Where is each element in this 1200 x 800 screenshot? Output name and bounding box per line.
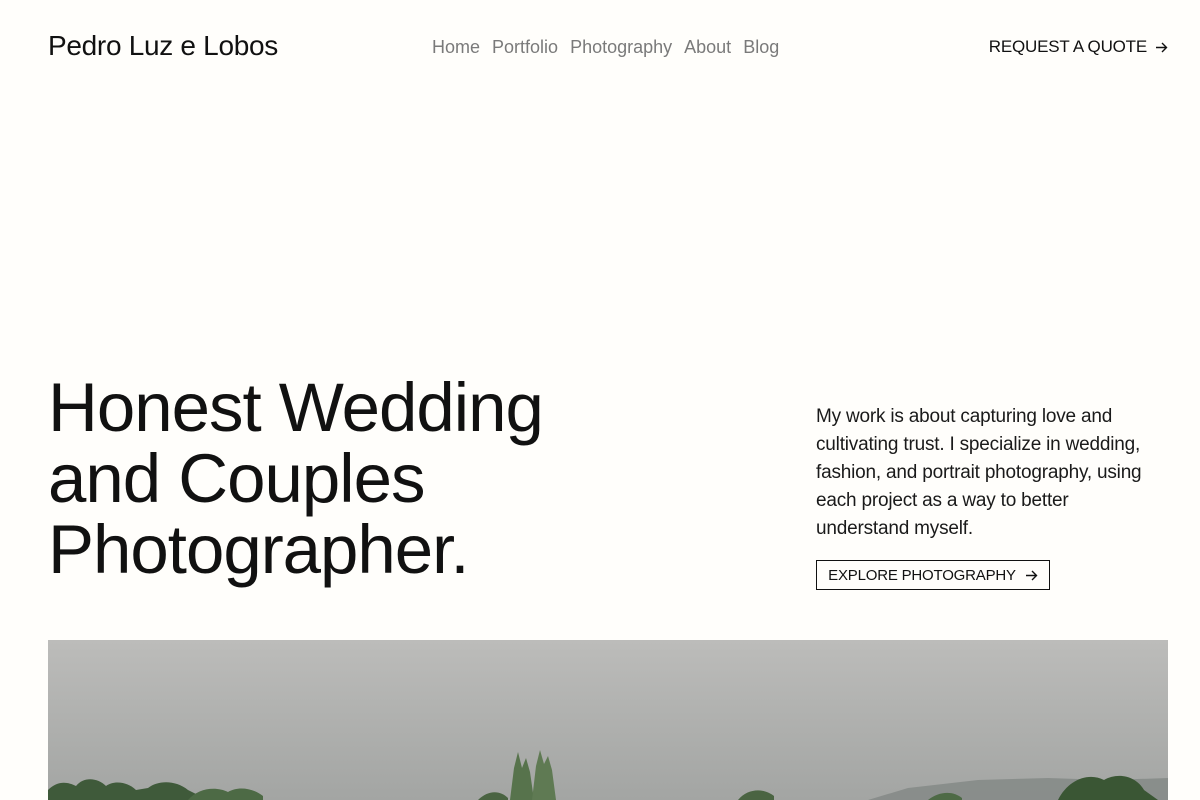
hero-title-line-3: Photographer. xyxy=(48,511,470,588)
request-quote-button[interactable]: REQUEST A QUOTE xyxy=(989,37,1168,57)
explore-photography-label: EXPLORE PHOTOGRAPHY xyxy=(828,566,1016,584)
site-header: Pedro Luz e Lobos Home Portfolio Photogr… xyxy=(0,0,1200,94)
hero-title: Honest Wedding and Couples Photographer. xyxy=(48,372,688,585)
main-nav: Home Portfolio Photography About Blog xyxy=(432,37,779,58)
hero-landscape-photo xyxy=(48,640,1168,800)
explore-photography-button[interactable]: EXPLORE PHOTOGRAPHY xyxy=(816,560,1050,590)
nav-item-photography[interactable]: Photography xyxy=(570,37,672,58)
arrow-right-icon xyxy=(1025,569,1038,582)
nav-item-portfolio[interactable]: Portfolio xyxy=(492,37,558,58)
nav-item-about[interactable]: About xyxy=(684,37,731,58)
hero-title-line-1: Honest Wedding xyxy=(48,369,544,446)
brand-logo-link[interactable]: Pedro Luz e Lobos xyxy=(48,30,278,62)
nav-item-blog[interactable]: Blog xyxy=(743,37,779,58)
nav-item-home[interactable]: Home xyxy=(432,37,480,58)
arrow-right-icon xyxy=(1155,41,1168,54)
hero-title-line-2: and Couples xyxy=(48,440,425,517)
landscape-photo-image xyxy=(48,640,1168,800)
hero-intro-text: My work is about capturing love and cult… xyxy=(816,406,1142,539)
request-quote-label: REQUEST A QUOTE xyxy=(988,37,1147,56)
